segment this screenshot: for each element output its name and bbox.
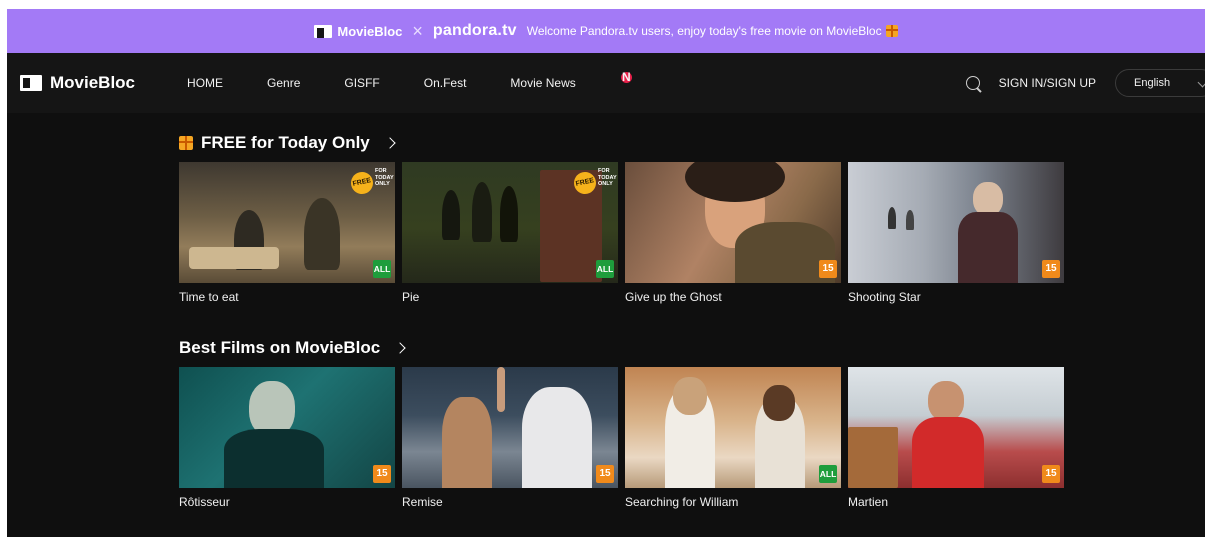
nav-item-gisff[interactable]: GISFF xyxy=(344,76,379,90)
movie-card[interactable]: 15 Martien xyxy=(848,367,1064,509)
chevron-right-icon xyxy=(384,137,396,149)
free-today-badge: FREE FOR TODAY ONLY xyxy=(571,166,617,197)
best-films-row: 15 Rôtisseur 15 Remise ALL Searching for… xyxy=(179,367,1064,509)
movie-title: Time to eat xyxy=(179,290,239,304)
nav-item-movie-news[interactable]: Movie News N xyxy=(510,71,675,90)
chevron-down-icon xyxy=(1197,77,1205,88)
movie-thumbnail: 15 xyxy=(848,162,1064,283)
movie-thumbnail: FREE FOR TODAY ONLY ALL xyxy=(179,162,395,283)
promo-brand: MovieBloc xyxy=(314,24,402,39)
gift-icon xyxy=(885,25,898,37)
movie-title: Searching for William xyxy=(625,495,739,509)
age-rating-badge: ALL xyxy=(373,260,391,278)
movie-thumbnail: 15 xyxy=(402,367,618,488)
movie-title: Give up the Ghost xyxy=(625,290,722,304)
age-rating-badge: ALL xyxy=(819,465,837,483)
movie-thumbnail: 15 xyxy=(179,367,395,488)
gift-icon xyxy=(179,136,193,150)
language-value: English xyxy=(1134,77,1171,89)
movie-title: Martien xyxy=(848,495,889,509)
moviebloc-logo-icon xyxy=(314,24,333,38)
signin-link[interactable]: SIGN IN/SIGN UP xyxy=(999,76,1096,90)
section-title-free[interactable]: FREE for Today Only xyxy=(179,133,396,153)
main-menu: HOME Genre GISFF On.Fest Movie News N xyxy=(187,71,676,90)
promo-separator: × xyxy=(412,20,423,41)
movie-card[interactable]: 15 Remise xyxy=(402,367,618,509)
section-title-best-films[interactable]: Best Films on MovieBloc xyxy=(179,338,406,358)
nav-item-home[interactable]: HOME xyxy=(187,76,223,90)
nav-right: SIGN IN/SIGN UP English xyxy=(965,53,1205,113)
free-movies-row: FREE FOR TODAY ONLY ALL Time to eat FREE… xyxy=(179,162,1064,304)
movie-card[interactable]: 15 Give up the Ghost xyxy=(625,162,841,304)
free-today-badge: FREE FOR TODAY ONLY xyxy=(348,166,394,197)
movie-title: Rôtisseur xyxy=(179,495,230,509)
age-rating-badge: ALL xyxy=(596,260,614,278)
age-rating-badge: 15 xyxy=(373,465,391,483)
age-rating-badge: 15 xyxy=(596,465,614,483)
movie-thumbnail: FREE FOR TODAY ONLY ALL xyxy=(402,162,618,283)
nav-item-genre[interactable]: Genre xyxy=(267,76,300,90)
age-rating-badge: 15 xyxy=(1042,260,1060,278)
site-logo[interactable]: MovieBloc xyxy=(20,73,135,93)
age-rating-badge: 15 xyxy=(819,260,837,278)
movie-card[interactable]: 15 Rôtisseur xyxy=(179,367,395,509)
chevron-right-icon xyxy=(394,342,406,354)
movie-thumbnail: ALL xyxy=(625,367,841,488)
movie-card[interactable]: FREE FOR TODAY ONLY ALL Time to eat xyxy=(179,162,395,304)
language-select[interactable]: English xyxy=(1115,69,1205,97)
movie-card[interactable]: ALL Searching for William xyxy=(625,367,841,509)
movie-title: Pie xyxy=(402,290,420,304)
nav-item-movie-news-label: Movie News xyxy=(510,76,576,90)
search-icon[interactable] xyxy=(965,76,980,90)
movie-thumbnail: 15 xyxy=(625,162,841,283)
movie-title: Shooting Star xyxy=(848,290,921,304)
nav-item-onfest[interactable]: On.Fest xyxy=(424,76,467,90)
movie-thumbnail: 15 xyxy=(848,367,1064,488)
partner-logo: pandora.tv xyxy=(432,22,517,39)
movie-title: Remise xyxy=(402,495,443,509)
top-nav: MovieBloc HOME Genre GISFF On.Fest Movie… xyxy=(7,53,1205,113)
moviebloc-logo-icon xyxy=(20,75,42,91)
page-frame: MovieBloc × pandora.tv Welcome Pandora.t… xyxy=(7,9,1205,537)
movie-card[interactable]: FREE FOR TODAY ONLY ALL Pie xyxy=(402,162,618,304)
new-badge: N xyxy=(620,70,632,84)
promo-banner[interactable]: MovieBloc × pandora.tv Welcome Pandora.t… xyxy=(7,9,1205,53)
movie-card[interactable]: 15 Shooting Star xyxy=(848,162,1064,304)
promo-message: Welcome Pandora.tv users, enjoy today's … xyxy=(526,24,882,38)
age-rating-badge: 15 xyxy=(1042,465,1060,483)
